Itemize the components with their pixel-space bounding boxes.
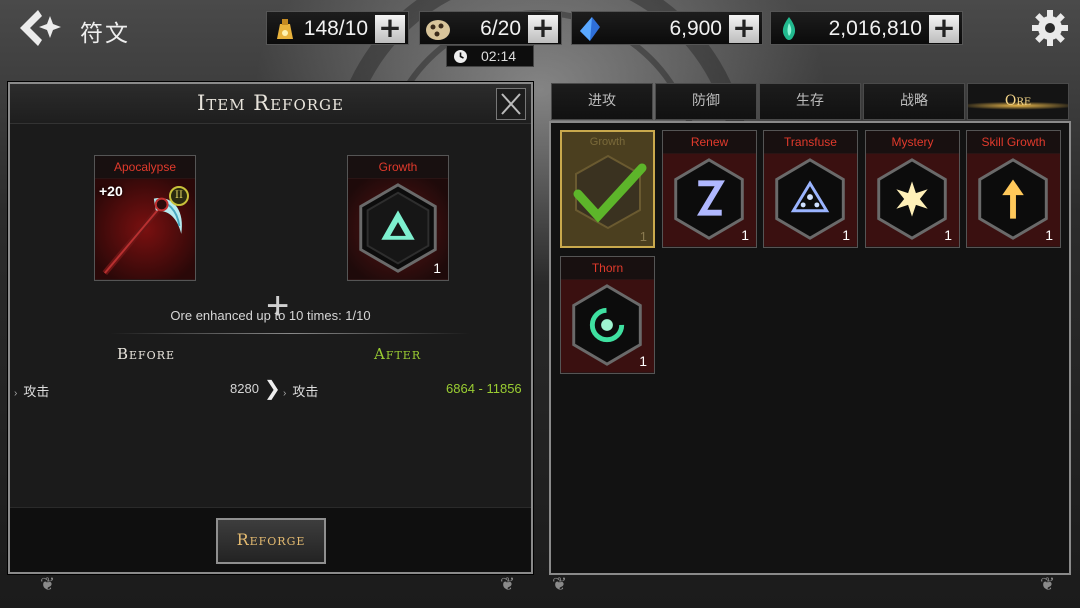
soul-gem-icon bbox=[782, 17, 796, 40]
panel-title: Item Reforge bbox=[197, 91, 344, 115]
back-arrow-icon[interactable] bbox=[14, 6, 66, 50]
bullet-icon: › bbox=[283, 388, 287, 399]
add-stamina-button[interactable]: + bbox=[375, 14, 405, 43]
ore-qty: 1 bbox=[639, 229, 647, 244]
ticket-icon bbox=[426, 20, 450, 40]
ore-qty: 1 bbox=[639, 353, 647, 369]
ornament-left: ❦ bbox=[40, 574, 56, 595]
ornament-mid-right: ❦ bbox=[552, 574, 568, 595]
tab-attack[interactable]: 进攻 bbox=[551, 83, 653, 120]
ore-item-renew[interactable]: Renew 1 bbox=[662, 130, 757, 248]
ore-name: Growth bbox=[589, 136, 626, 148]
refill-timer: 02:14 bbox=[446, 45, 534, 67]
equipment-name: Apocalypse bbox=[95, 156, 195, 178]
ticket-value: 6/20 bbox=[480, 17, 521, 40]
ore-item-skill-growth[interactable]: Skill Growth 1 bbox=[966, 130, 1061, 248]
ore-name: Skill Growth bbox=[967, 131, 1060, 153]
ornament-mid-left: ❦ bbox=[500, 574, 516, 595]
ore-name: Renew bbox=[663, 131, 756, 153]
ore-item-mystery[interactable]: Mystery 1 bbox=[865, 130, 960, 248]
ore-category-tabs: 进攻 防御 生存 战略 Ore bbox=[551, 83, 1069, 120]
close-button[interactable] bbox=[496, 88, 526, 120]
ore-inventory-panel: Growth 1 Renew 1 Transfuse 1 Mystery 1 S… bbox=[549, 121, 1071, 575]
stat-before-name: › 攻击 bbox=[14, 381, 49, 400]
ore-slot[interactable]: Growth 1 bbox=[347, 155, 449, 281]
ore-slot-qty: 1 bbox=[433, 260, 441, 276]
gear-icon[interactable] bbox=[1030, 8, 1070, 48]
add-soul-gem-button[interactable]: + bbox=[929, 14, 959, 43]
equipment-slot[interactable]: Apocalypse +20 II bbox=[94, 155, 196, 281]
ore-item-growth[interactable]: Growth 1 bbox=[560, 130, 655, 248]
stat-after-value: 6864 - 11856 bbox=[446, 381, 522, 396]
ore-name: Thorn bbox=[561, 257, 654, 279]
crystal-value: 6,900 bbox=[669, 17, 722, 40]
ore-qty: 1 bbox=[842, 227, 850, 243]
tier-label: II bbox=[175, 190, 183, 201]
after-heading: After bbox=[374, 345, 422, 363]
reforge-button[interactable]: Reforge bbox=[216, 518, 326, 564]
soul-gem-value: 2,016,810 bbox=[828, 17, 922, 40]
stat-before-value: 8280 bbox=[230, 381, 259, 396]
checkmark-icon bbox=[573, 163, 647, 223]
page-title: 符文 bbox=[80, 21, 130, 47]
tab-ore[interactable]: Ore bbox=[967, 83, 1069, 120]
panel-header: Item Reforge bbox=[10, 84, 531, 124]
stamina-value: 148/10 bbox=[303, 17, 368, 40]
divider bbox=[110, 333, 470, 334]
ticket-counter: 6/20 + bbox=[419, 11, 562, 45]
lamp-icon bbox=[277, 19, 293, 39]
clock-icon bbox=[454, 50, 467, 63]
tab-survival[interactable]: 生存 bbox=[759, 83, 861, 120]
soul-gem-counter: 2,016,810 + bbox=[770, 11, 963, 45]
ore-name: Mystery bbox=[866, 131, 959, 153]
tab-strategy[interactable]: 战略 bbox=[863, 83, 965, 120]
stamina-counter: 148/10 + bbox=[266, 11, 409, 45]
crystal-counter: 6,900 + bbox=[571, 11, 763, 45]
ore-name: Transfuse bbox=[764, 131, 857, 153]
stat-after-name: › 攻击 bbox=[283, 381, 318, 400]
ore-item-thorn[interactable]: Thorn 1 bbox=[560, 256, 655, 374]
stat-name: 攻击 bbox=[23, 384, 50, 399]
action-bar: Reforge bbox=[10, 507, 531, 572]
close-icon bbox=[501, 93, 521, 115]
add-crystal-button[interactable]: + bbox=[729, 14, 759, 43]
ornament-right: ❦ bbox=[1040, 574, 1056, 595]
stat-name: 攻击 bbox=[292, 384, 319, 399]
crystal-icon bbox=[580, 17, 600, 41]
arrow-right-icon: ❯ bbox=[264, 376, 281, 400]
ore-qty: 1 bbox=[1045, 227, 1053, 243]
ore-qty: 1 bbox=[944, 227, 952, 243]
enhance-note: Ore enhanced up to 10 times: 1/10 bbox=[170, 308, 371, 323]
ore-slot-name: Growth bbox=[348, 156, 448, 178]
bullet-icon: › bbox=[14, 388, 18, 399]
enhance-level: +20 bbox=[99, 183, 123, 199]
tier-badge: II bbox=[169, 186, 189, 206]
item-reforge-panel: Item Reforge Apocalypse +20 II + Growth … bbox=[8, 82, 533, 574]
add-ticket-button[interactable]: + bbox=[528, 14, 558, 43]
timer-value: 02:14 bbox=[481, 48, 517, 64]
ore-qty: 1 bbox=[741, 227, 749, 243]
before-heading: Before bbox=[117, 345, 176, 363]
tab-defense[interactable]: 防御 bbox=[655, 83, 757, 120]
ore-item-transfuse[interactable]: Transfuse 1 bbox=[763, 130, 858, 248]
